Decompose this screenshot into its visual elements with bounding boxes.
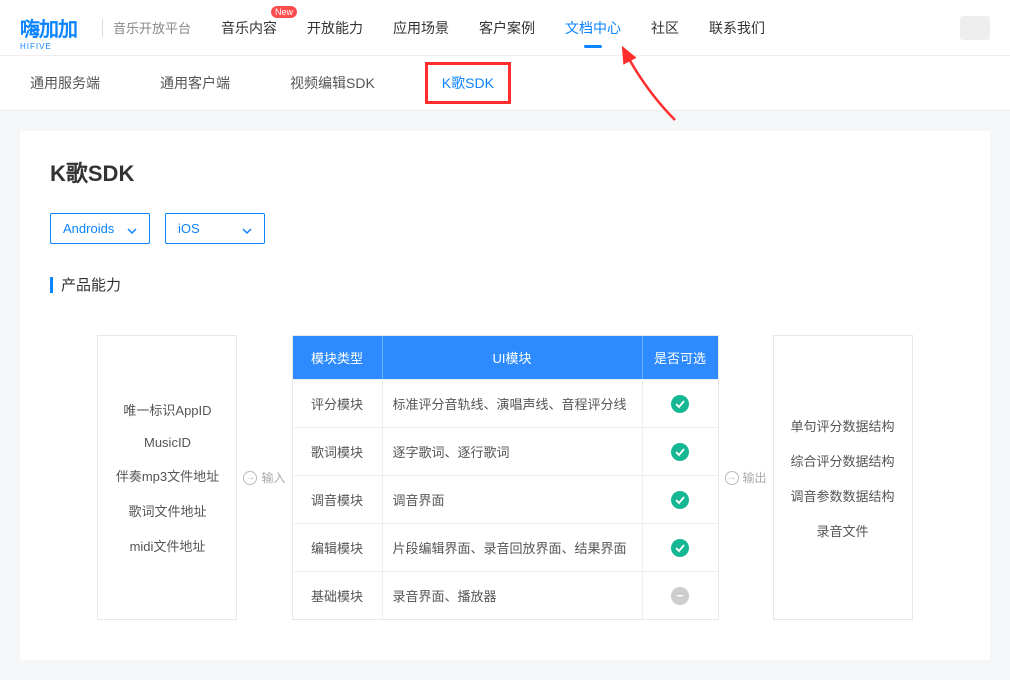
- arrow-right-icon: →: [725, 471, 739, 485]
- table-row: 歌词模块 逐字歌词、逐行歌词: [293, 427, 718, 475]
- nav-label: 开放能力: [307, 20, 363, 36]
- td-ui: 标准评分音轨线、演唱声线、音程评分线: [383, 380, 643, 427]
- output-item: 调音参数数据结构: [790, 486, 896, 505]
- platform-selectors: Androids iOS: [50, 213, 960, 244]
- output-item: 录音文件: [790, 521, 896, 540]
- connector-label: 输出: [743, 469, 767, 486]
- nav-docs[interactable]: 文档中心: [565, 0, 621, 56]
- subnav-client[interactable]: 通用客户端: [150, 67, 240, 99]
- main-content: K歌SDK Androids iOS 产品能力 唯一标识AppID MusicI…: [20, 131, 990, 660]
- td-type: 基础模块: [293, 572, 383, 619]
- table-row: 评分模块 标准评分音轨线、演唱声线、音程评分线: [293, 379, 718, 427]
- subnav-server[interactable]: 通用服务端: [20, 67, 110, 99]
- flow-diagram: 唯一标识AppID MusicID 伴奏mp3文件地址 歌词文件地址 midi文…: [50, 335, 960, 620]
- nav-scenarios[interactable]: 应用场景: [393, 0, 449, 56]
- subnav-video-sdk[interactable]: 视频编辑SDK: [280, 67, 385, 99]
- inputs-box: 唯一标识AppID MusicID 伴奏mp3文件地址 歌词文件地址 midi文…: [97, 335, 237, 620]
- outputs-box: 单句评分数据结构 综合评分数据结构 调音参数数据结构 录音文件: [773, 335, 913, 620]
- th-module-type: 模块类型: [293, 336, 383, 379]
- dash-icon: −: [671, 587, 689, 605]
- connector-label: 输入: [261, 469, 285, 486]
- subnav-label: K歌SDK: [442, 75, 494, 91]
- chevron-down-icon: [242, 224, 252, 234]
- td-ui: 片段编辑界面、录音回放界面、结果界面: [383, 524, 643, 571]
- td-opt: [643, 524, 718, 571]
- modules-table: 模块类型 UI模块 是否可选 评分模块 标准评分音轨线、演唱声线、音程评分线 歌…: [292, 335, 719, 620]
- section-title-text: 产品能力: [61, 274, 121, 295]
- nav-cases[interactable]: 客户案例: [479, 0, 535, 56]
- td-type: 调音模块: [293, 476, 383, 523]
- check-icon: [671, 539, 689, 557]
- table-row: 基础模块 录音界面、播放器 −: [293, 571, 718, 619]
- td-type: 歌词模块: [293, 428, 383, 475]
- nav-label: 社区: [651, 20, 679, 36]
- logo-subtitle: HIFIVE: [20, 42, 92, 51]
- td-opt: −: [643, 572, 718, 619]
- check-icon: [671, 395, 689, 413]
- output-item: 综合评分数据结构: [790, 451, 896, 470]
- output-connector: → 输出: [719, 335, 773, 620]
- platform-name: 音乐开放平台: [113, 18, 191, 37]
- logo-divider: [102, 19, 103, 37]
- td-opt: [643, 476, 718, 523]
- subnav-label: 通用客户端: [160, 75, 230, 91]
- nav-contact[interactable]: 联系我们: [709, 0, 765, 56]
- nav-community[interactable]: 社区: [651, 0, 679, 56]
- logo[interactable]: 嗨加加 HIFIVE: [20, 13, 92, 43]
- td-ui: 调音界面: [383, 476, 643, 523]
- nav-music-content[interactable]: 音乐内容 New: [221, 0, 277, 56]
- nav-label: 客户案例: [479, 20, 535, 36]
- nav-label: 应用场景: [393, 20, 449, 36]
- input-item: 伴奏mp3文件地址: [114, 466, 220, 485]
- input-item: 唯一标识AppID: [114, 400, 220, 419]
- section-bar-icon: [50, 277, 53, 293]
- td-ui: 录音界面、播放器: [383, 572, 643, 619]
- table-header-row: 模块类型 UI模块 是否可选: [293, 336, 718, 379]
- check-icon: [671, 443, 689, 461]
- input-item: midi文件地址: [114, 536, 220, 555]
- subnav-ksong-sdk[interactable]: K歌SDK: [425, 62, 511, 104]
- section-title: 产品能力: [50, 274, 960, 295]
- td-ui: 逐字歌词、逐行歌词: [383, 428, 643, 475]
- td-type: 评分模块: [293, 380, 383, 427]
- input-item: MusicID: [114, 435, 220, 450]
- chevron-down-icon: [127, 224, 137, 234]
- logo-area: 嗨加加 HIFIVE 音乐开放平台: [20, 13, 191, 43]
- nav-label: 文档中心: [565, 20, 621, 36]
- output-item: 单句评分数据结构: [790, 416, 896, 435]
- subnav-label: 通用服务端: [30, 75, 100, 91]
- select-android[interactable]: Androids: [50, 213, 150, 244]
- logo-icon: 嗨加加 HIFIVE: [20, 13, 92, 43]
- nav-label: 联系我们: [709, 20, 765, 36]
- th-optional: 是否可选: [643, 336, 718, 379]
- user-avatar[interactable]: [960, 16, 990, 40]
- main-header: 嗨加加 HIFIVE 音乐开放平台 音乐内容 New 开放能力 应用场景 客户案…: [0, 0, 1010, 56]
- subnav-label: 视频编辑SDK: [290, 75, 375, 91]
- table-row: 调音模块 调音界面: [293, 475, 718, 523]
- logo-text: 嗨加加: [20, 19, 77, 41]
- nav-open-ability[interactable]: 开放能力: [307, 0, 363, 56]
- input-item: 歌词文件地址: [114, 501, 220, 520]
- main-nav: 音乐内容 New 开放能力 应用场景 客户案例 文档中心 社区 联系我们: [221, 0, 960, 56]
- select-ios[interactable]: iOS: [165, 213, 265, 244]
- td-opt: [643, 428, 718, 475]
- new-badge: New: [271, 6, 297, 18]
- sub-nav: 通用服务端 通用客户端 视频编辑SDK K歌SDK: [0, 56, 1010, 111]
- select-label: iOS: [178, 221, 200, 236]
- check-icon: [671, 491, 689, 509]
- table-row: 编辑模块 片段编辑界面、录音回放界面、结果界面: [293, 523, 718, 571]
- input-connector: → 输入: [237, 335, 291, 620]
- nav-label: 音乐内容: [221, 20, 277, 36]
- page-title: K歌SDK: [50, 156, 960, 188]
- td-opt: [643, 380, 718, 427]
- th-ui-module: UI模块: [383, 336, 643, 379]
- td-type: 编辑模块: [293, 524, 383, 571]
- arrow-right-icon: →: [243, 471, 257, 485]
- select-label: Androids: [63, 221, 114, 236]
